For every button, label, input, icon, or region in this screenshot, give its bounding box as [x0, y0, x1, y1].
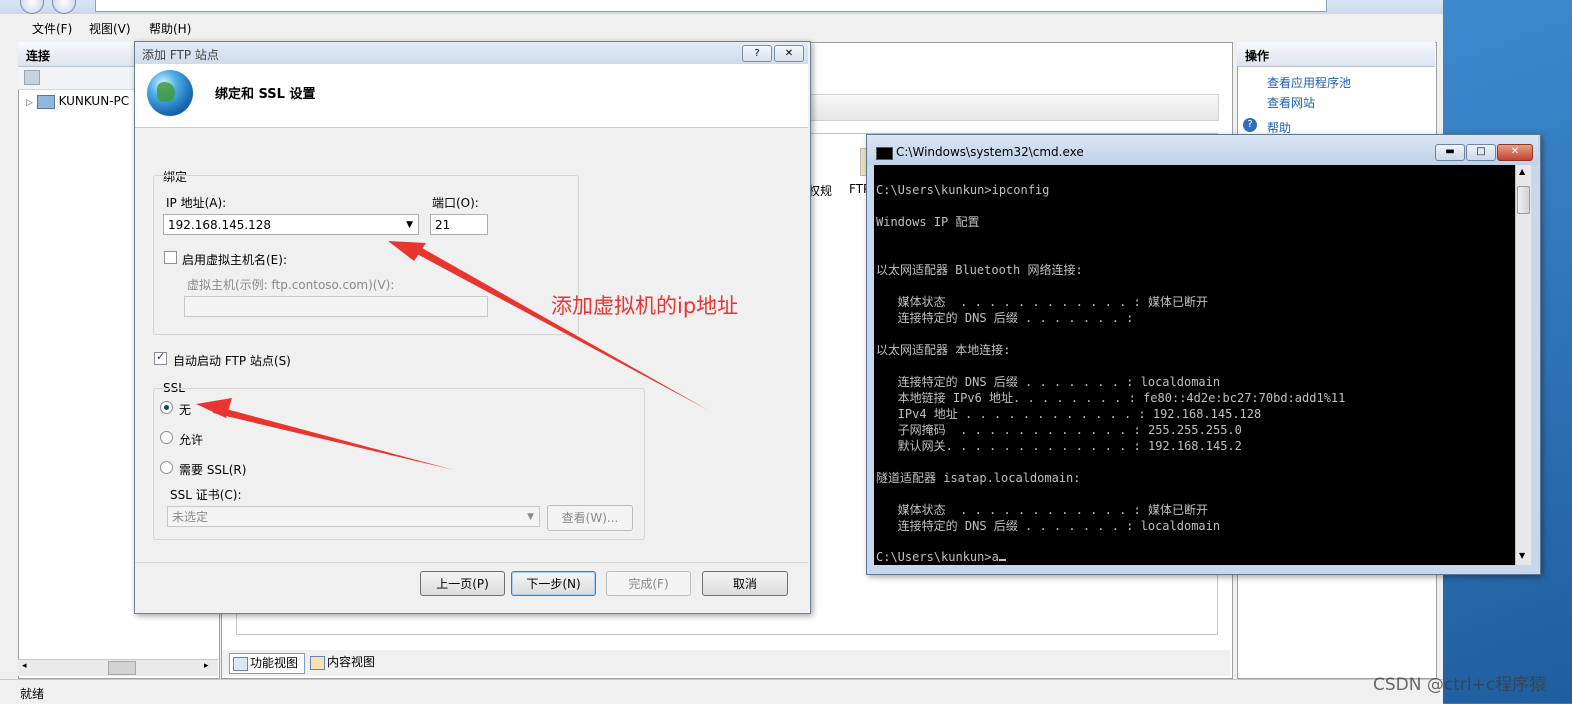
console-line: 连接特定的 DNS 后缀 . . . . . . . : localdomain: [876, 519, 1221, 533]
console-line: IPv4 地址 . . . . . . . . . . . . : 192.16…: [876, 407, 1262, 421]
console-line: 子网掩码 . . . . . . . . . . . . : 255.255.2…: [876, 423, 1242, 437]
console-cursor: [998, 559, 1006, 561]
ip-arrow-head: [388, 241, 426, 261]
console-line: 本地链接 IPv6 地址. . . . . . . . : fe80::4d2e…: [876, 391, 1346, 405]
maximize-icon: □: [1476, 146, 1486, 157]
maximize-button[interactable]: □: [1466, 144, 1496, 161]
console-line: C:\Users\kunkun>ipconfig: [876, 183, 1050, 197]
console-prompt-line: C:\Users\kunkun>a: [876, 549, 1006, 565]
console-output[interactable]: C:\Users\kunkun>ipconfig Windows IP 配置 以…: [874, 165, 1515, 565]
console-line: 隧道适配器 isatap.localdomain:: [876, 471, 1081, 485]
annotation-text: 添加虚拟机的ip地址: [551, 294, 739, 318]
minimize-button[interactable]: ▬: [1435, 144, 1465, 161]
scroll-up-icon[interactable]: ▲: [1519, 167, 1525, 176]
console-line: 默认网关. . . . . . . . . . . . . : 192.168.…: [876, 439, 1242, 453]
scroll-down-icon[interactable]: ▼: [1519, 551, 1525, 560]
console-scrollbar[interactable]: ▲ ▼: [1515, 165, 1531, 565]
console-line: 连接特定的 DNS 后缀 . . . . . . . :: [876, 311, 1134, 325]
console-line: 媒体状态 . . . . . . . . . . . . : 媒体已断开: [876, 503, 1208, 517]
console-line: 连接特定的 DNS 后缀 . . . . . . . : localdomain: [876, 375, 1221, 389]
console-scroll-thumb[interactable]: [1517, 186, 1530, 214]
console-line: 以太网适配器 本地连接:: [876, 343, 1011, 357]
cmd-title: C:\Windows\system32\cmd.exe: [896, 145, 1084, 159]
watermark: CSDN @ctrl+c程序猿: [1373, 675, 1547, 695]
minimize-icon: ▬: [1445, 146, 1455, 157]
console-prompt: C:\Users\kunkun>a: [876, 550, 999, 564]
ip-arrow-line: [417, 248, 708, 410]
console-line: 媒体状态 . . . . . . . . . . . . : 媒体已断开: [876, 295, 1208, 309]
ssl-arrow-line: [213, 406, 454, 470]
console-line: Windows IP 配置: [876, 215, 980, 229]
console-icon: [876, 147, 893, 160]
console-line: 以太网适配器 Bluetooth 网络连接:: [876, 263, 1083, 277]
close-button[interactable]: ✕: [1497, 144, 1533, 161]
ssl-arrow-head: [196, 398, 232, 418]
close-icon: ✕: [1510, 146, 1520, 157]
